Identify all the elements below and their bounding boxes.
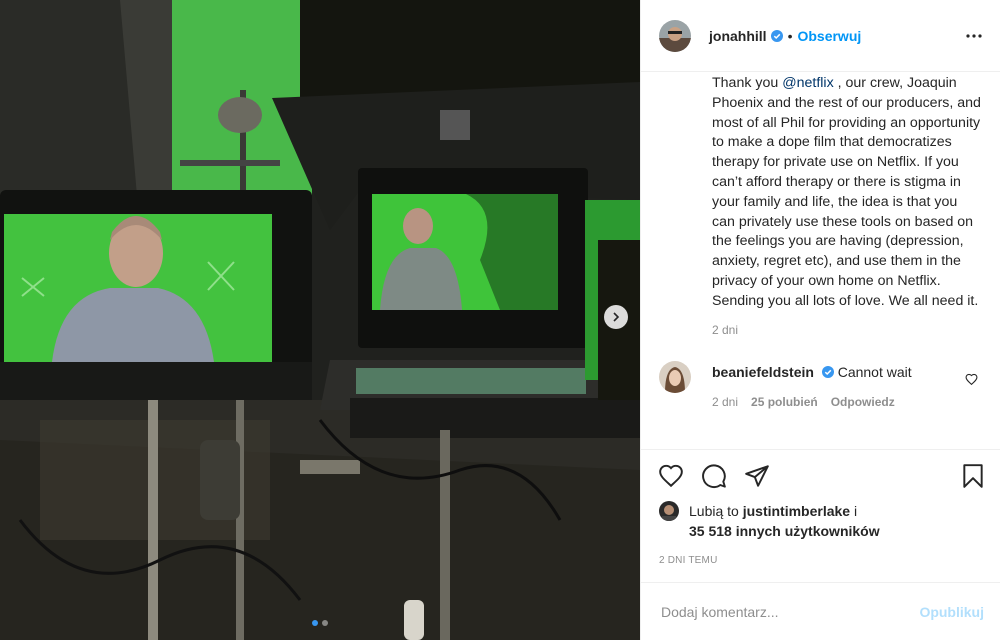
heart-icon xyxy=(659,464,683,487)
comment-like-heart-icon[interactable] xyxy=(965,373,978,386)
chevron-right-icon xyxy=(613,312,620,322)
post-timestamp[interactable]: 2 DNI TEMU xyxy=(641,554,1000,582)
comment-bubble-icon xyxy=(702,463,726,488)
carousel-indicator xyxy=(0,620,640,626)
save-button[interactable] xyxy=(960,463,986,489)
comment-meta: 2 dni 25 polubień Odpowiedz xyxy=(712,395,912,409)
post-actions-bar xyxy=(641,449,1000,501)
post-modal: jonahhill • Obserwuj Thank you @netflix … xyxy=(0,0,1000,640)
author-avatar[interactable] xyxy=(659,19,691,52)
share-button[interactable] xyxy=(744,463,770,489)
comment-text-line: beaniefeldstein Cannot wait xyxy=(712,363,912,381)
caption-mention-link[interactable]: @netflix xyxy=(782,75,833,91)
verified-badge-icon xyxy=(770,29,783,42)
comment-button[interactable] xyxy=(701,463,727,489)
commenter-avatar[interactable] xyxy=(659,360,691,393)
caption-time[interactable]: 2 dni xyxy=(712,323,984,337)
post-photo[interactable] xyxy=(0,0,640,640)
post-header: jonahhill • Obserwuj xyxy=(641,0,1000,72)
author-username[interactable]: jonahhill xyxy=(709,28,767,44)
add-comment-bar: Opublikuj xyxy=(641,582,1000,640)
carousel-dot xyxy=(322,620,328,626)
like-button[interactable] xyxy=(658,463,684,489)
more-options-button[interactable] xyxy=(964,26,984,46)
liker-avatar[interactable] xyxy=(659,501,679,521)
comment-input[interactable] xyxy=(659,602,920,621)
comment-body: beaniefeldstein Cannot wait 2 dni 25 pol… xyxy=(712,361,912,409)
likes-prefix: Lubią to xyxy=(689,503,743,519)
carousel-next-button[interactable] xyxy=(604,305,628,329)
verified-badge-icon xyxy=(821,365,834,378)
commenter-username[interactable]: beaniefeldstein xyxy=(712,364,814,380)
likes-text: Lubią to justintimberlake i 35 518 innyc… xyxy=(689,501,880,541)
reply-button[interactable]: Odpowiedz xyxy=(831,395,895,409)
post-caption: Thank you @netflix , our crew, Joaquin P… xyxy=(712,74,984,312)
carousel-dot xyxy=(312,620,318,626)
film-set-image xyxy=(0,0,640,640)
likes-others-link[interactable]: 35 518 innych użytkowników xyxy=(689,523,880,539)
more-options-icon xyxy=(966,33,982,38)
comments-area[interactable]: Thank you @netflix , our crew, Joaquin P… xyxy=(641,72,1000,449)
liker-username[interactable]: justintimberlake xyxy=(743,503,850,519)
bookmark-icon xyxy=(963,463,983,488)
comment-item: beaniefeldstein Cannot wait 2 dni 25 pol… xyxy=(641,360,984,409)
caption-text-rest: , our crew, Joaquin Phoenix and the rest… xyxy=(712,75,981,309)
likes-summary: Lubią to justintimberlake i 35 518 innyc… xyxy=(641,501,1000,549)
follow-button[interactable]: Obserwuj xyxy=(797,28,861,44)
caption-text-start: Thank you xyxy=(712,75,783,91)
comment-text: Cannot wait xyxy=(837,363,912,380)
header-separator: • xyxy=(787,27,793,44)
publish-button[interactable]: Opublikuj xyxy=(919,604,984,620)
paper-plane-icon xyxy=(745,464,769,487)
comment-likes-count[interactable]: 25 polubień xyxy=(751,395,818,409)
likes-suffix: i xyxy=(850,503,858,519)
comment-time[interactable]: 2 dni xyxy=(712,395,738,409)
post-side-panel: jonahhill • Obserwuj Thank you @netflix … xyxy=(640,0,1000,640)
